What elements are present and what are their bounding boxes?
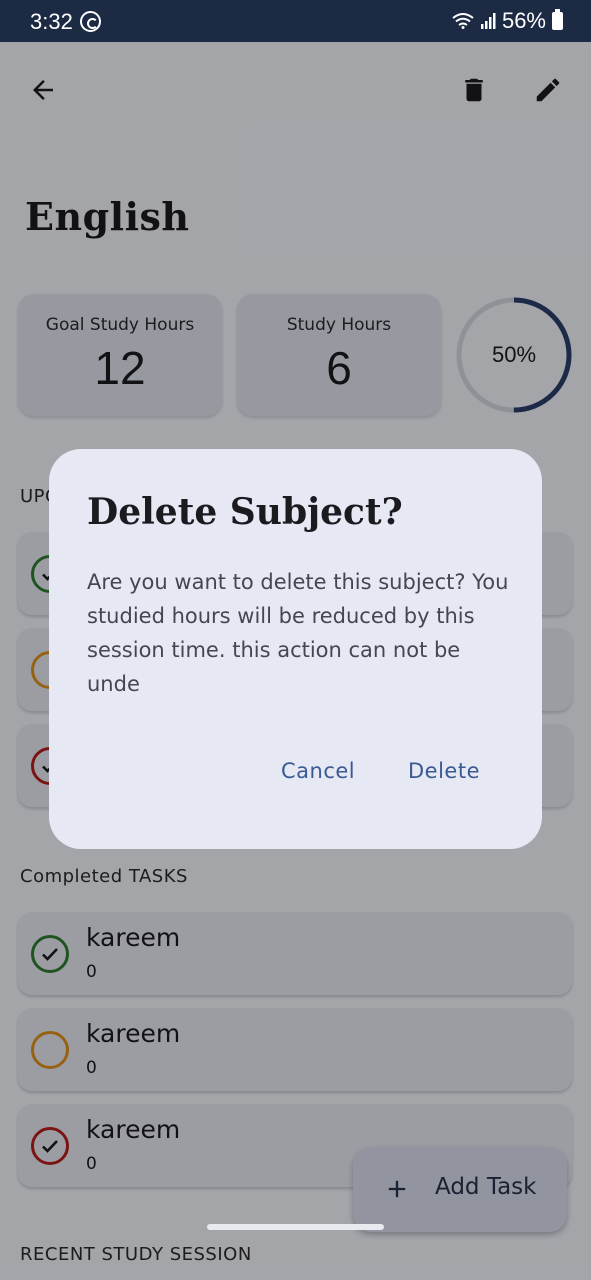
delete-subject-dialog: Delete Subject? Are you want to delete t… [49,449,542,849]
whatsapp-icon [80,11,101,32]
system-icons: 56% [452,8,563,34]
signal-icon [480,13,496,29]
home-indicator[interactable] [207,1224,384,1230]
battery-icon [552,9,563,30]
confirm-delete-button[interactable]: Delete [408,759,480,783]
wifi-icon [452,13,474,29]
status-time: 3:32 [30,9,73,34]
dialog-title: Delete Subject? [87,491,403,533]
battery-percentage: 56% [501,8,546,33]
cancel-button[interactable]: Cancel [281,759,355,783]
dialog-body: Are you want to delete this subject? You… [87,570,509,696]
status-bar: 3:32 56% [0,0,591,42]
